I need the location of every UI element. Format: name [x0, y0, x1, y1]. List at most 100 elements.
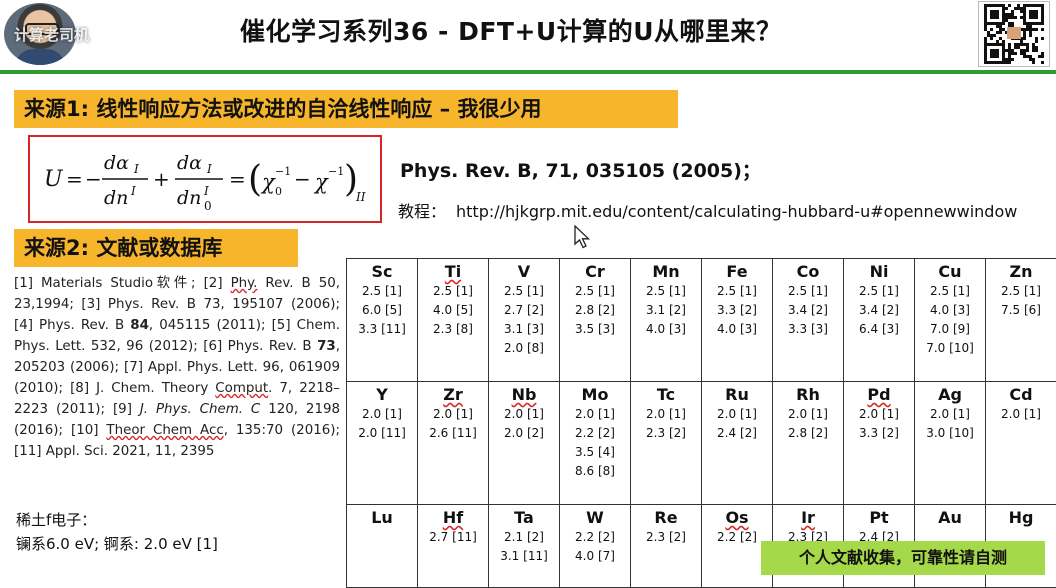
u-value: 3.5 [3] [560, 320, 630, 339]
qr-module [1041, 61, 1044, 64]
svg-text:dα: dα [104, 152, 129, 174]
qr-module [1023, 28, 1026, 31]
u-value: 2.0 [1] [915, 405, 985, 424]
qr-module [1014, 52, 1017, 55]
svg-text:χ: χ [313, 170, 329, 194]
u-value: 4.0 [3] [631, 320, 701, 339]
watermark: 计算老司机 [14, 24, 89, 45]
element-cell: Re2.3 [2] [631, 505, 702, 588]
u-value: 2.5 [1] [418, 282, 488, 301]
element-symbol: Zr [418, 385, 488, 405]
qr-module [1029, 28, 1032, 31]
element-cell: W2.2 [2]4.0 [7] [560, 505, 631, 588]
qr-module [990, 49, 999, 58]
u-value: 2.5 [1] [347, 282, 417, 301]
element-cell: Ni2.5 [1]3.4 [2]6.4 [3] [844, 259, 915, 382]
qr-module [1029, 34, 1032, 37]
qr-module [1041, 52, 1044, 55]
u-value: 2.6 [11] [418, 424, 488, 443]
svg-text:(: ( [248, 159, 262, 200]
avatar-shirt [14, 49, 66, 65]
qr-code-graphic [979, 2, 1049, 66]
qr-module [1035, 28, 1038, 31]
u-value: 4.0 [3] [702, 320, 772, 339]
u-value: 4.0 [5] [418, 301, 488, 320]
qr-module [1020, 10, 1023, 13]
element-symbol: Fe [702, 262, 772, 282]
qr-code-icon [978, 1, 1050, 67]
source1-heading: 来源1: 线性响应方法或改进的自洽线性响应 – 我很少用 [14, 90, 678, 128]
qr-module [1029, 55, 1032, 58]
qr-module [1011, 16, 1014, 19]
mouse-cursor-icon [574, 225, 592, 249]
element-cell: Co2.5 [1]3.4 [2]3.3 [3] [773, 259, 844, 382]
qr-module [1020, 16, 1023, 19]
element-cell: Cd2.0 [1] [986, 382, 1056, 505]
element-symbol: Y [347, 385, 417, 405]
element-cell: Zr2.0 [1]2.6 [11] [418, 382, 489, 505]
qr-module [1008, 13, 1011, 16]
qr-module [1008, 4, 1011, 7]
svg-text:+: + [153, 167, 170, 191]
rare-earth-values: 镧系6.0 eV; 锕系: 2.0 eV [1] [16, 532, 218, 556]
qr-module [996, 40, 999, 43]
u-value: 4.0 [7] [560, 547, 630, 566]
qr-module [1035, 46, 1038, 49]
qr-module [1005, 13, 1008, 16]
svg-text:I: I [130, 184, 136, 198]
qr-module [993, 34, 996, 37]
u-value: 2.2 [2] [560, 528, 630, 547]
u-value: 3.3 [2] [844, 424, 914, 443]
element-cell: Ru2.0 [1]2.4 [2] [702, 382, 773, 505]
svg-text:=: = [66, 167, 83, 191]
u-value: 2.0 [1] [844, 405, 914, 424]
qr-module [1032, 28, 1035, 31]
element-cell: Ag2.0 [1]3.0 [10] [915, 382, 986, 505]
qr-module [1026, 46, 1029, 49]
qr-module [1017, 46, 1020, 49]
u-value: 2.0 [2] [489, 424, 559, 443]
element-symbol: Co [773, 262, 843, 282]
u-value: 2.0 [1] [631, 405, 701, 424]
element-cell: Sc2.5 [1]6.0 [5]3.3 [11] [347, 259, 418, 382]
element-cell: Nb2.0 [1]2.0 [2] [489, 382, 560, 505]
qr-module [1005, 7, 1008, 10]
qr-module [1035, 40, 1038, 43]
qr-module [996, 31, 999, 34]
qr-module [1032, 43, 1035, 46]
element-cell: V2.5 [1]2.7 [2]3.1 [3]2.0 [8] [489, 259, 560, 382]
qr-module [1032, 58, 1035, 61]
u-value: 6.0 [5] [347, 301, 417, 320]
svg-text:I: I [133, 162, 139, 176]
qr-module [1041, 37, 1044, 40]
qr-module [1008, 16, 1011, 19]
u-value: 2.8 [2] [773, 424, 843, 443]
qr-module [1005, 58, 1008, 61]
element-symbol: Ru [702, 385, 772, 405]
u-value: 2.7 [11] [418, 528, 488, 547]
element-symbol: Au [915, 508, 985, 528]
element-cell: Cu2.5 [1]4.0 [3]7.0 [9]7.0 [10] [915, 259, 986, 382]
u-value: 2.3 [8] [418, 320, 488, 339]
qr-module [990, 34, 993, 37]
rare-earth-title: 稀土f电子： [16, 508, 218, 532]
svg-text:0: 0 [204, 199, 212, 213]
element-symbol: Pd [844, 385, 914, 405]
qr-module [1032, 49, 1035, 52]
qr-module [1020, 52, 1023, 55]
qr-module [1008, 55, 1011, 58]
u-value: 3.1 [2] [631, 301, 701, 320]
u-value: 3.1 [3] [489, 320, 559, 339]
u-value: 2.2 [2] [560, 424, 630, 443]
qr-module [1020, 49, 1023, 52]
u-value: 2.0 [1] [418, 405, 488, 424]
disclaimer-note: 个人文献收集，可靠性请自测 [761, 541, 1045, 575]
qr-module [990, 10, 999, 19]
element-symbol: Zn [986, 262, 1056, 282]
element-symbol: Lu [347, 508, 417, 528]
tutorial-link[interactable]: http://hjkgrp.mit.edu/content/calculatin… [456, 202, 1017, 221]
linear-response-reference: Phys. Rev. B, 71, 035105 (2005)； [400, 156, 761, 183]
element-symbol: W [560, 508, 630, 528]
reference-text: Phy. [231, 276, 258, 291]
qr-module [1007, 27, 1021, 39]
